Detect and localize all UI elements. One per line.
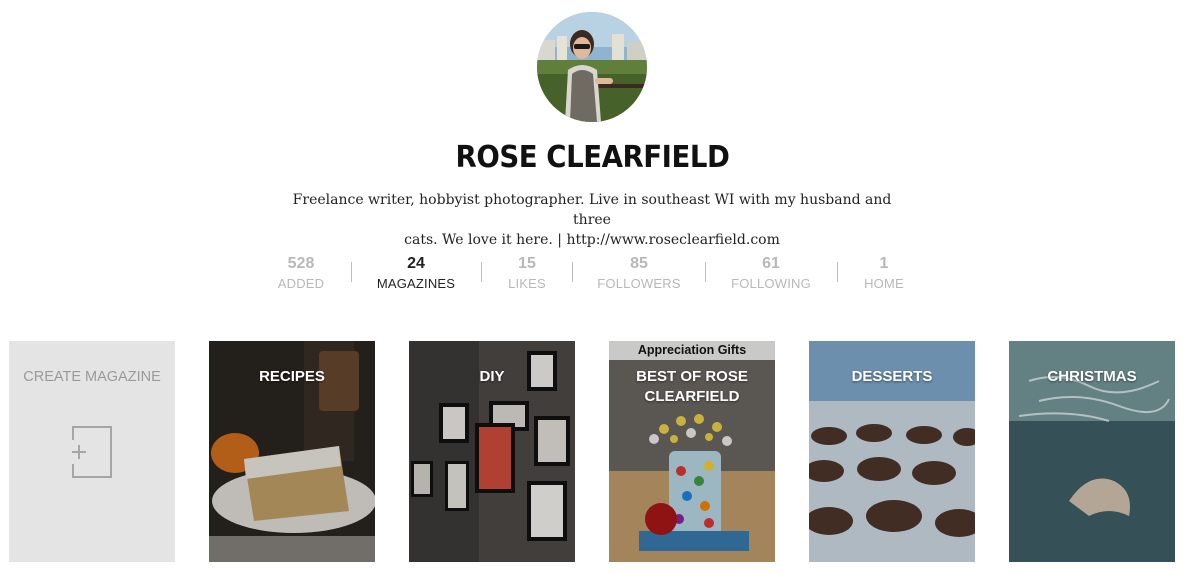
- magazine-tile-christmas[interactable]: CHRISTMAS: [1009, 341, 1175, 562]
- magazine-tile-desserts[interactable]: DESSERTS: [809, 341, 975, 562]
- bio-line: cats. We love it here. | http://www.rose…: [404, 232, 780, 248]
- profile-stats: 528 ADDED 24 MAGAZINES 15 LIKES 85 FOLLO…: [0, 254, 1185, 294]
- stat-divider: [572, 262, 573, 282]
- avatar-photo: [537, 12, 647, 122]
- stat-label: LIKES: [508, 276, 546, 291]
- magazine-title: BEST OF ROSE CLEARFIELD: [636, 368, 748, 405]
- stat-label: FOLLOWING: [731, 276, 811, 291]
- magazine-title: DESSERTS: [851, 368, 933, 385]
- magazine-tile-diy[interactable]: DIY: [409, 341, 575, 562]
- bio-line: Freelance writer, hobbyist photographer.…: [292, 192, 892, 228]
- stat-value: 85: [630, 255, 648, 272]
- stat-magazines[interactable]: 24 MAGAZINES: [356, 254, 476, 294]
- magazine-title: CHRISTMAS: [1047, 368, 1137, 385]
- stat-value: 15: [518, 255, 536, 272]
- stat-home[interactable]: 1 HOME: [824, 254, 944, 294]
- magazine-cover-banner: Appreciation Gifts: [609, 341, 775, 360]
- stat-label: ADDED: [277, 276, 325, 291]
- stat-value: 24: [407, 255, 425, 272]
- create-magazine-button[interactable]: CREATE MAGAZINE: [9, 341, 175, 562]
- stat-likes[interactable]: 15 LIKES: [467, 254, 587, 294]
- profile-bio: Freelance writer, hobbyist photographer.…: [292, 190, 892, 250]
- stat-following[interactable]: 61 FOLLOWING: [711, 254, 831, 294]
- magazine-tile-recipes[interactable]: RECIPES: [209, 341, 375, 562]
- stat-value: 528: [287, 255, 315, 272]
- profile-name: ROSE CLEARFIELD: [455, 140, 730, 175]
- stat-value: 1: [879, 255, 889, 272]
- magazine-title: RECIPES: [259, 368, 325, 385]
- magazine-title: DIY: [479, 368, 505, 385]
- profile-avatar[interactable]: [537, 12, 647, 122]
- stat-followers[interactable]: 85 FOLLOWERS: [579, 254, 699, 294]
- stat-label: FOLLOWERS: [597, 276, 681, 291]
- magazine-tile-best-of-rose-clearfield[interactable]: Appreciation Gifts BEST OF ROSE CLEARFIE…: [609, 341, 775, 562]
- stat-label: MAGAZINES: [376, 276, 456, 291]
- stat-label: HOME: [864, 276, 904, 291]
- stat-added[interactable]: 528 ADDED: [241, 254, 361, 294]
- stat-value: 61: [762, 255, 780, 272]
- create-magazine-label: CREATE MAGAZINE: [23, 369, 161, 385]
- stat-divider: [351, 262, 352, 282]
- stat-divider: [705, 262, 706, 282]
- add-magazine-icon: [72, 426, 112, 478]
